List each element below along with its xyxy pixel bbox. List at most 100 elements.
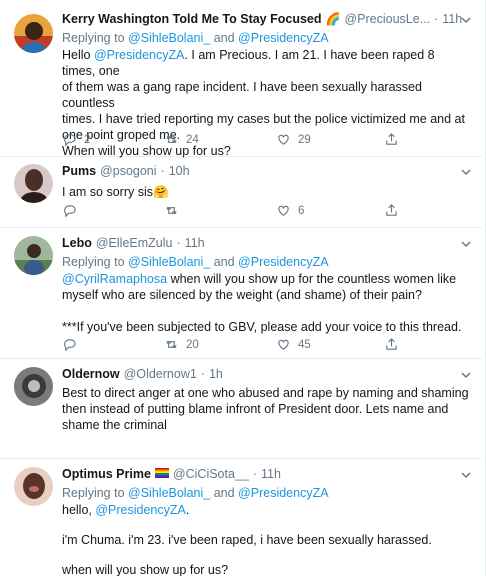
- tweet-line-2: i'm Chuma. i'm 23. i've been raped, i ha…: [62, 533, 432, 547]
- separator-dot: ·: [160, 164, 165, 178]
- retweet-icon: [166, 206, 177, 215]
- avatar[interactable]: [14, 467, 53, 506]
- tweet-line-3: times. I have tried reporting my cases b…: [62, 112, 465, 126]
- caret-down-icon[interactable]: [460, 166, 472, 178]
- user-handle[interactable]: @Oldernow1: [124, 367, 197, 381]
- retweet-button[interactable]: 20: [164, 337, 199, 352]
- tweet-3[interactable]: Lebo @ElleEmZulu · 11h Replying to @Sihl…: [0, 228, 482, 359]
- caret-down-icon[interactable]: [460, 369, 472, 381]
- like-icon: [278, 134, 289, 145]
- replying-to: Replying to @SihleBolani_ and @Presidenc…: [62, 255, 470, 269]
- reply-mention-1[interactable]: @SihleBolani_: [128, 255, 210, 269]
- like-count: 6: [298, 204, 305, 217]
- display-name[interactable]: Optimus Prime: [62, 467, 151, 481]
- tweet-line-1-post: .: [185, 503, 190, 517]
- reply-icon: [64, 134, 76, 147]
- retweet-count: 24: [186, 133, 199, 146]
- rainbow-flag-icon: [154, 468, 169, 478]
- separator-dot: ·: [252, 467, 258, 481]
- reply-button[interactable]: [62, 203, 84, 218]
- share-icon: [386, 133, 397, 145]
- mention-link[interactable]: @PresidencyZA: [94, 48, 185, 62]
- share-button[interactable]: [384, 337, 399, 352]
- user-handle[interactable]: @CiCiSota__: [173, 467, 249, 481]
- tweet-2[interactable]: Pums @psogoni · 10h I am so sorry sis🤗 6: [0, 157, 482, 228]
- hugging-emoji: 🤗: [153, 185, 169, 199]
- tweet-line-1: I am so sorry sis: [62, 185, 153, 199]
- user-handle[interactable]: @psogoni: [100, 164, 156, 178]
- mention-link[interactable]: @CyrilRamaphosa: [62, 272, 167, 286]
- reply-button[interactable]: [62, 337, 84, 352]
- tweet-1[interactable]: Kerry Washington Told Me To Stay Focused…: [0, 0, 482, 158]
- tweet-line-1-rest: when will you show up for the countless …: [167, 272, 457, 286]
- tweet-line-2: myself who are silenced by the weight (a…: [62, 288, 422, 302]
- share-button[interactable]: [384, 203, 399, 218]
- retweet-button[interactable]: [164, 203, 186, 218]
- user-handle[interactable]: @PreciousLe...: [344, 12, 430, 26]
- display-name[interactable]: Oldernow: [62, 367, 120, 381]
- separator-dot: ·: [176, 236, 181, 250]
- share-icon: [386, 204, 397, 216]
- reply-count: 2: [84, 133, 91, 146]
- like-button[interactable]: 29: [276, 132, 311, 147]
- tweet-text: I am so sorry sis🤗: [62, 184, 470, 200]
- reply-mention-2[interactable]: @PresidencyZA: [238, 255, 329, 269]
- tweet-line-3: shame the criminal: [62, 418, 167, 432]
- caret-down-icon[interactable]: [460, 238, 472, 250]
- retweet-icon: [166, 135, 177, 144]
- tweet-line-1: Best to direct anger at one who abused a…: [62, 386, 469, 400]
- reply-mention-2[interactable]: @PresidencyZA: [238, 31, 329, 45]
- timestamp[interactable]: 1h: [209, 367, 223, 381]
- share-button[interactable]: [384, 132, 399, 147]
- retweet-count: 20: [186, 338, 199, 351]
- like-count: 29: [298, 133, 311, 146]
- tweet-4[interactable]: Oldernow @Oldernow1 · 1h Best to direct …: [0, 359, 482, 459]
- tweet-5[interactable]: Optimus Prime @CiCiSota__ · 11h Replying…: [0, 459, 482, 576]
- reply-mention-1[interactable]: @SihleBolani_: [128, 31, 210, 45]
- avatar[interactable]: [14, 367, 53, 406]
- like-button[interactable]: 45: [276, 337, 311, 352]
- display-name[interactable]: Pums: [62, 164, 96, 178]
- tweet-line-2: of them was a gang rape incident. I have…: [62, 80, 422, 110]
- tweet-line-1-pre: Hello: [62, 48, 94, 62]
- reply-mention-2[interactable]: @PresidencyZA: [238, 486, 329, 500]
- retweet-icon: [166, 340, 177, 349]
- reply-and: and: [213, 255, 235, 269]
- tweet-line-1-pre: hello,: [62, 503, 96, 517]
- share-icon: [386, 338, 397, 350]
- retweet-button[interactable]: 24: [164, 132, 199, 147]
- avatar[interactable]: [14, 164, 53, 203]
- reply-icon: [64, 205, 76, 218]
- reply-icon: [64, 339, 76, 352]
- tweet-text: Best to direct anger at one who abused a…: [62, 385, 470, 433]
- separator-dot: ·: [434, 12, 439, 26]
- caret-down-icon[interactable]: [460, 14, 472, 26]
- replying-to: Replying to @SihleBolani_ and @Presidenc…: [62, 31, 470, 45]
- caret-down-icon[interactable]: [460, 469, 472, 481]
- rainbow-emoji: 🌈: [325, 12, 341, 26]
- mention-link[interactable]: @PresidencyZA: [95, 503, 186, 517]
- like-button[interactable]: 6: [276, 203, 304, 218]
- tweet-text: @CyrilRamaphosa when will you show up fo…: [62, 271, 470, 335]
- separator-dot: ·: [200, 367, 205, 381]
- replying-to-label: Replying to: [62, 31, 125, 45]
- timestamp[interactable]: 11h: [185, 236, 205, 250]
- display-name[interactable]: Kerry Washington Told Me To Stay Focused: [62, 12, 322, 26]
- reply-button[interactable]: 2: [62, 132, 90, 147]
- like-icon: [278, 205, 289, 216]
- tweet-line-2: then instead of putting blame infront of…: [62, 402, 449, 416]
- replying-to-label: Replying to: [62, 255, 125, 269]
- like-icon: [278, 339, 289, 350]
- display-name[interactable]: Lebo: [62, 236, 92, 250]
- tweet-line-1: @CyrilRamaphosa when will you show up fo…: [62, 271, 470, 287]
- timestamp[interactable]: 11h: [261, 467, 281, 481]
- avatar[interactable]: [14, 14, 53, 53]
- user-handle[interactable]: @ElleEmZulu: [96, 236, 173, 250]
- tweet-line-3: when will you show up for us?: [62, 563, 229, 576]
- reply-mention-1[interactable]: @SihleBolani_: [128, 486, 210, 500]
- reply-and: and: [213, 31, 235, 45]
- avatar[interactable]: [14, 236, 53, 275]
- tweet-line-1: hello, @PresidencyZA.: [62, 502, 470, 518]
- timestamp[interactable]: 10h: [169, 164, 190, 178]
- tweet-line-3: ***If you've been subjected to GBV, plea…: [62, 320, 462, 334]
